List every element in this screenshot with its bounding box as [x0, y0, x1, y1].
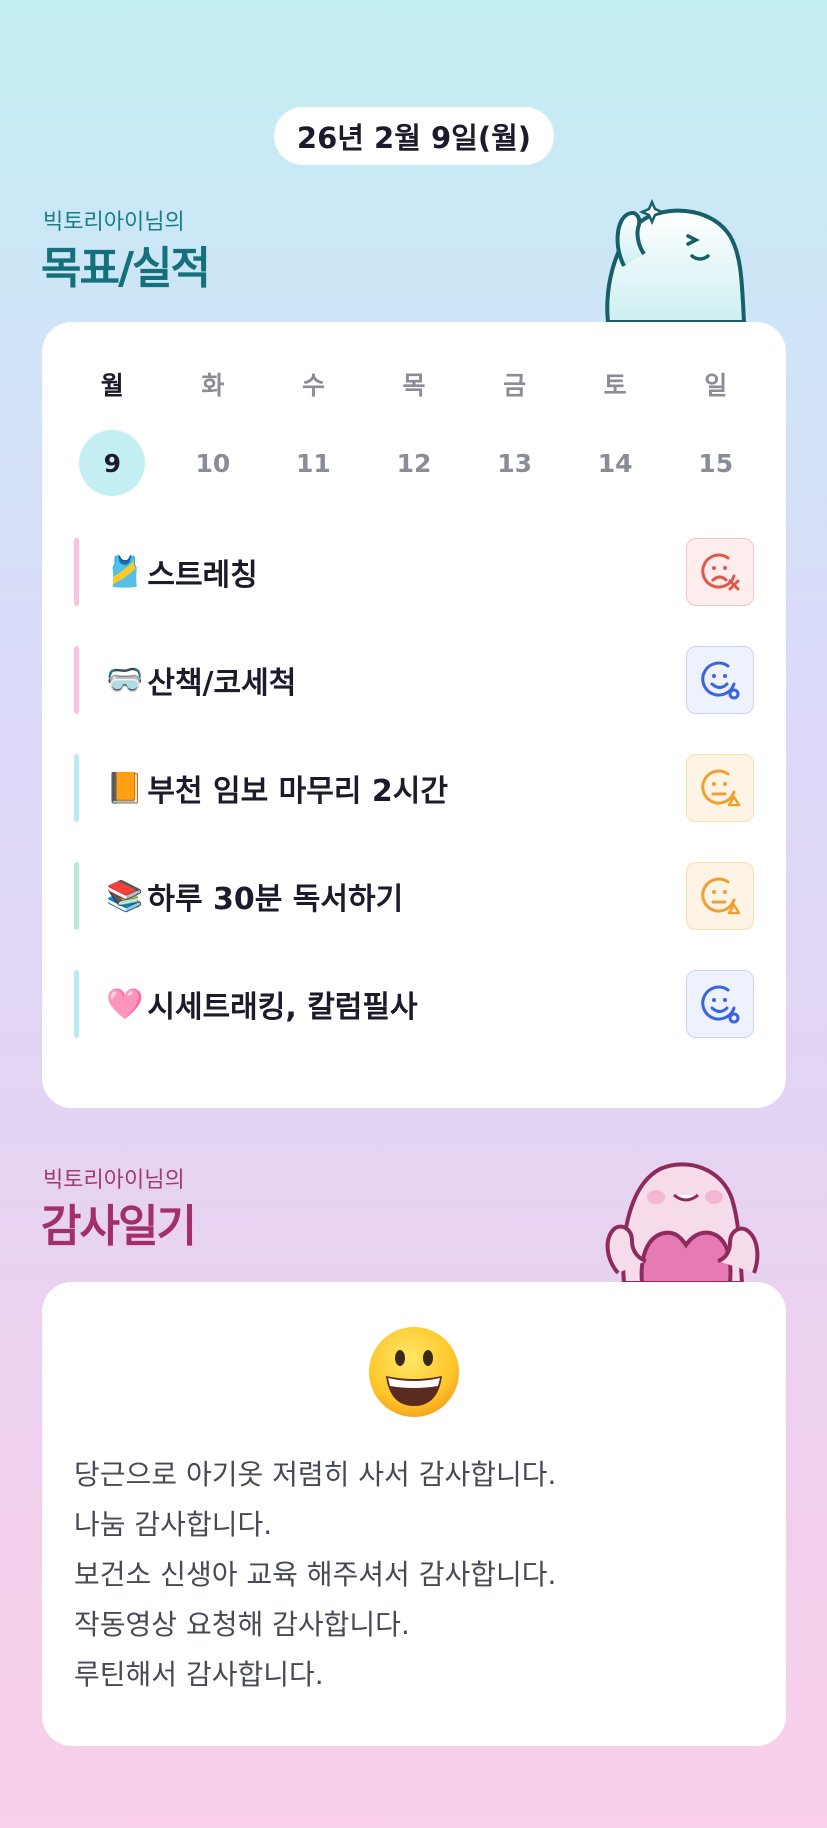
date-cell[interactable]: 15 — [665, 430, 766, 496]
goal-label: 산책/코세척 — [147, 666, 297, 701]
goal-label: 부천 임보 마무리 2시간 — [147, 774, 448, 809]
goals-title: 목표/실적 — [41, 243, 211, 294]
date-cell[interactable]: 11 — [263, 430, 364, 496]
date-number: 14 — [597, 448, 633, 478]
weekday-sat: 토 — [603, 371, 627, 400]
goal-color-bar — [74, 646, 79, 714]
goal-item[interactable]: 🎽 스트레칭 — [74, 538, 754, 606]
date-number: 15 — [698, 448, 734, 478]
date-cell-selected[interactable]: 9 — [62, 430, 163, 496]
neutral-triangle-icon — [701, 769, 741, 807]
goal-list: 🎽 스트레칭 🥽 산책/코세척 📙 부천 임보 마무리 2시간 📚 하루 30분… — [74, 538, 754, 1078]
books-icon: 📚 — [106, 878, 144, 914]
gratitude-line: 나눔 감사합니다. — [74, 1508, 273, 1541]
status-button[interactable] — [686, 538, 754, 606]
date-number: 9 — [79, 430, 146, 496]
date-cell[interactable]: 10 — [163, 430, 264, 496]
weekday-row: 월 화 수 목 금 토 일 — [62, 364, 766, 404]
weekday-tue: 화 — [201, 371, 225, 400]
shirt-icon: 🎽 — [106, 554, 144, 590]
date-cell[interactable]: 12 — [364, 430, 465, 496]
weekday-thu: 목 — [402, 371, 426, 400]
status-button[interactable] — [686, 646, 754, 714]
date-row: 9 10 11 12 13 14 15 — [62, 430, 766, 496]
date-cell[interactable]: 14 — [565, 430, 666, 496]
goal-color-bar — [74, 538, 79, 606]
status-button[interactable] — [686, 862, 754, 930]
gratitude-card: 당근으로 아기옷 저렴히 사서 감사합니다. 나눔 감사합니다. 보건소 신생아… — [42, 1282, 786, 1746]
goal-label-wrap: 🩷 시세트래킹, 칼럼필사 — [106, 982, 418, 1026]
gratitude-line: 루틴해서 감사합니다. — [74, 1658, 324, 1691]
goal-item[interactable]: 📙 부천 임보 마무리 2시간 — [74, 754, 754, 822]
gratitude-line: 보건소 신생아 교육 해주셔서 감사합니다. — [74, 1558, 557, 1591]
weekday-fri: 금 — [503, 371, 527, 400]
goal-color-bar — [74, 862, 79, 930]
goal-color-bar — [74, 754, 79, 822]
pink-heart-icon: 🩷 — [106, 986, 144, 1022]
goal-label-wrap: 📙 부천 임보 마무리 2시간 — [106, 766, 448, 810]
gratitude-line: 당근으로 아기옷 저렴히 사서 감사합니다. — [74, 1458, 557, 1491]
goal-item[interactable]: 🩷 시세트래킹, 칼럼필사 — [74, 970, 754, 1038]
goal-label: 하루 30분 독서하기 — [147, 882, 404, 917]
date-number: 12 — [396, 448, 432, 478]
goal-label: 시세트래킹, 칼럼필사 — [147, 990, 418, 1025]
smile-o-icon — [701, 661, 740, 700]
gratitude-title: 감사일기 — [41, 1201, 197, 1252]
book-icon: 📙 — [106, 770, 144, 806]
status-button[interactable] — [686, 970, 754, 1038]
goal-label-wrap: 🥽 산책/코세척 — [106, 658, 296, 702]
smile-o-icon — [701, 985, 740, 1024]
weekday-wed: 수 — [301, 371, 325, 400]
goal-color-bar — [74, 970, 79, 1038]
pink-mascot-icon — [605, 1162, 760, 1285]
date-pill[interactable]: 26년 2월 9일(월) — [274, 107, 554, 165]
goal-item[interactable]: 🥽 산책/코세척 — [74, 646, 754, 714]
date-number: 10 — [195, 448, 231, 478]
date-number: 13 — [497, 448, 532, 478]
goal-label: 스트레칭 — [147, 558, 258, 593]
gratitude-text: 당근으로 아기옷 저렴히 사서 감사합니다. 나눔 감사합니다. 보건소 신생아… — [74, 1450, 754, 1700]
date-number: 11 — [296, 448, 331, 478]
gratitude-line: 작동영상 요청해 감사합니다. — [74, 1608, 410, 1641]
date-cell[interactable]: 13 — [464, 430, 565, 496]
ghost-mascot-icon — [605, 198, 747, 324]
status-button[interactable] — [686, 754, 754, 822]
goggles-icon: 🥽 — [106, 662, 144, 698]
neutral-triangle-icon — [701, 877, 741, 915]
weekday-sun: 일 — [704, 371, 728, 400]
weekday-mon: 월 — [100, 371, 124, 400]
grinning-face-icon — [369, 1327, 459, 1417]
goal-item[interactable]: 📚 하루 30분 독서하기 — [74, 862, 754, 930]
goal-label-wrap: 📚 하루 30분 독서하기 — [106, 874, 403, 918]
goals-card: 월 화 수 목 금 토 일 9 10 11 12 13 14 15 🎽스트레칭 — [42, 322, 786, 1108]
goal-label-wrap: 🎽 스트레칭 — [106, 550, 258, 594]
sad-x-icon — [701, 553, 740, 591]
